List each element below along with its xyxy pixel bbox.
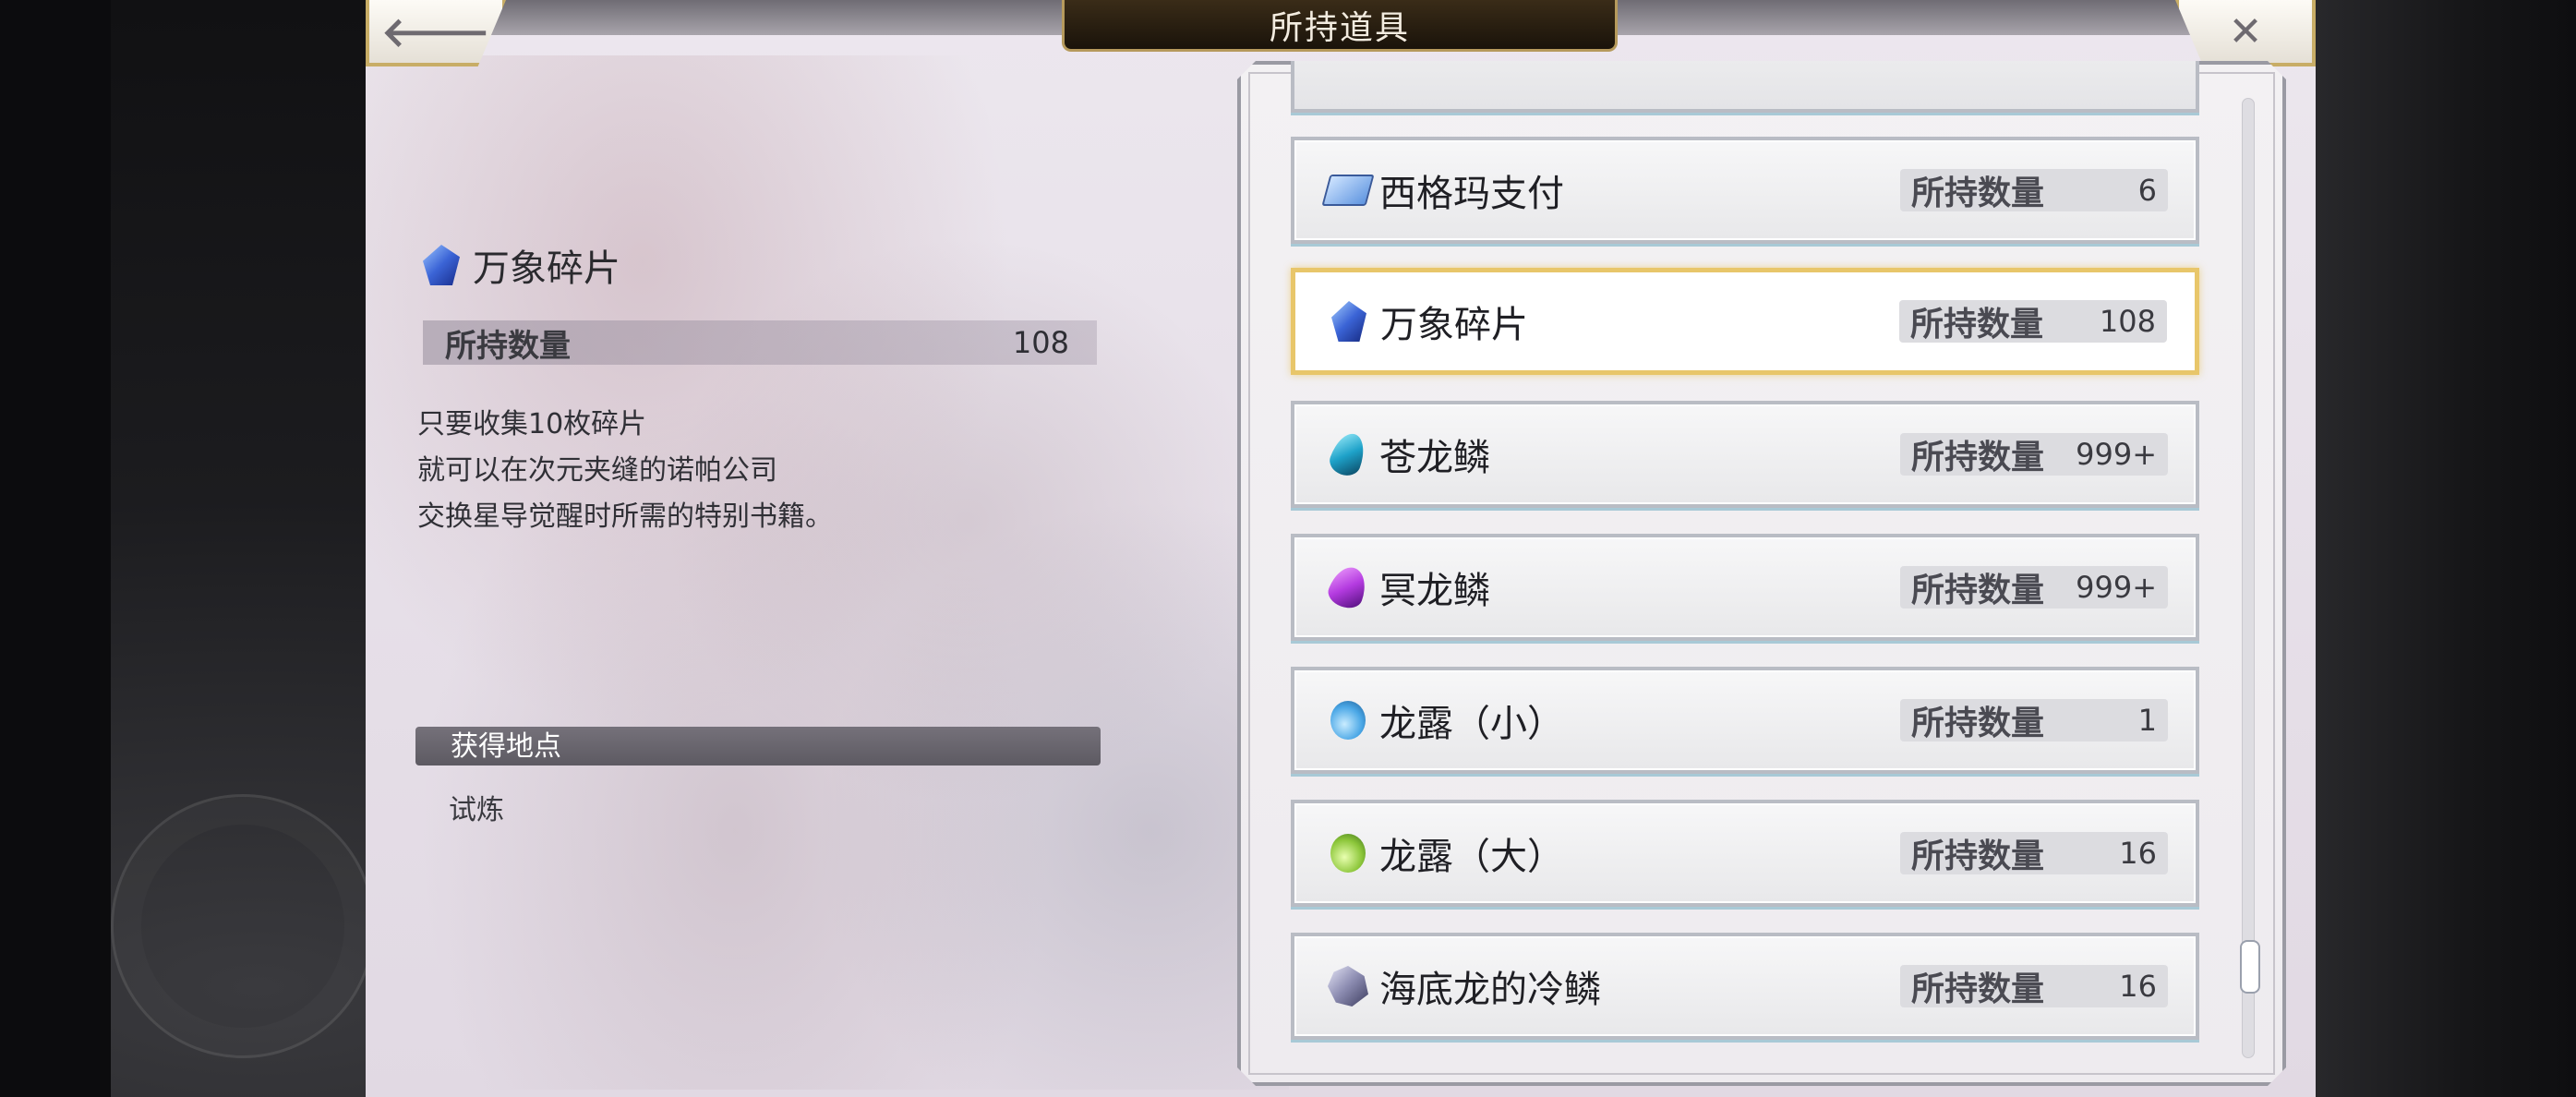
list-item-qty: 所持数量 16: [1900, 832, 2168, 875]
qty-value: 6: [2137, 173, 2157, 208]
title-bar: 所持道具: [1062, 0, 1618, 52]
list-item[interactable]: 冥龙鳞 所持数量 999+: [1291, 534, 2199, 641]
list-scrollbar-track[interactable]: [2242, 98, 2255, 1058]
background-right-edge: [2299, 0, 2576, 1097]
page-title: 所持道具: [1269, 8, 1410, 47]
close-icon: ✕: [2228, 7, 2263, 55]
list-item-name: 万象碎片: [1380, 304, 1528, 346]
qty-value: 108: [2099, 304, 2156, 339]
detail-count-value: 108: [1012, 325, 1069, 360]
list-item-name: 西格玛支付: [1379, 173, 1564, 215]
qty-value: 1: [2137, 703, 2157, 738]
background-left-edge: [0, 0, 111, 1097]
compass-decoration: [111, 794, 375, 1058]
qty-value: 16: [2119, 836, 2157, 871]
list-item-qty: 所持数量 16: [1900, 965, 2168, 1008]
description-line: 交换星导觉醒时所需的特别书籍。: [417, 500, 833, 533]
list-item-qty: 所持数量 999+: [1900, 433, 2168, 476]
source-header-label: 获得地点: [451, 730, 561, 763]
crystal-scale-icon: [1326, 964, 1370, 1008]
list-item-name: 龙露（小）: [1379, 703, 1564, 745]
back-arrow-icon: 🡐: [381, 9, 490, 56]
qty-label: 所持数量: [1911, 970, 2045, 1008]
list-item[interactable]: 龙露（小） 所持数量 1: [1291, 667, 2199, 774]
qty-label: 所持数量: [1910, 306, 2044, 344]
card-icon: [1321, 168, 1375, 212]
list-item-name: 龙露（大）: [1379, 836, 1564, 878]
detail-description: 只要收集10枚碎片 就可以在次元夹缝的诺帕公司 交换星导觉醒时所需的特别书籍。: [417, 402, 1064, 540]
qty-label: 所持数量: [1911, 705, 2045, 742]
list-item-name: 苍龙鳞: [1379, 437, 1490, 479]
source-item-trial[interactable]: 试炼: [449, 787, 504, 827]
list-item-qty: 所持数量 108: [1899, 300, 2167, 344]
detail-count-label: 所持数量: [445, 327, 571, 365]
qty-value: 999+: [2076, 570, 2157, 605]
qty-label: 所持数量: [1911, 439, 2045, 476]
detail-count-bar: 所持数量 108: [423, 320, 1097, 365]
purple-scale-icon: [1324, 561, 1372, 613]
shard-icon: [423, 245, 460, 285]
shard-icon: [1327, 299, 1371, 344]
qty-label: 所持数量: [1911, 838, 2045, 875]
blue-potion-icon: [1326, 698, 1370, 742]
list-item-partial[interactable]: [1291, 61, 2199, 113]
list-item-qty: 所持数量 6: [1900, 169, 2168, 212]
green-potion-icon: [1326, 831, 1370, 875]
detail-title: 万象碎片: [423, 235, 620, 295]
list-item[interactable]: 海底龙的冷鳞 所持数量 16: [1291, 933, 2199, 1040]
list-item-selected[interactable]: 万象碎片 所持数量 108: [1291, 268, 2199, 375]
qty-label: 所持数量: [1911, 572, 2045, 609]
list-item[interactable]: 西格玛支付 所持数量 6: [1291, 137, 2199, 244]
description-line: 就可以在次元夹缝的诺帕公司: [417, 454, 777, 487]
list-item[interactable]: 龙露（大） 所持数量 16: [1291, 800, 2199, 907]
list-item-name: 冥龙鳞: [1379, 570, 1490, 612]
source-header: 获得地点: [415, 727, 1101, 765]
cyan-scale-icon: [1326, 428, 1370, 480]
list-item-name: 海底龙的冷鳞: [1379, 969, 1601, 1011]
qty-value: 16: [2119, 969, 2157, 1004]
list-item-qty: 所持数量 1: [1900, 699, 2168, 742]
list-item[interactable]: 苍龙鳞 所持数量 999+: [1291, 401, 2199, 508]
description-line: 只要收集10枚碎片: [417, 408, 647, 440]
qty-label: 所持数量: [1911, 175, 2045, 212]
list-scrollbar-thumb[interactable]: [2240, 940, 2260, 994]
list-item-qty: 所持数量 999+: [1900, 566, 2168, 609]
detail-item-name: 万象碎片: [473, 247, 620, 290]
qty-value: 999+: [2076, 437, 2157, 472]
